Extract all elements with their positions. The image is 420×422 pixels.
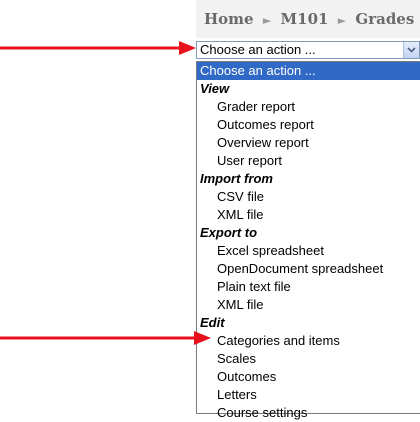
option-outcomes[interactable]: Outcomes	[197, 368, 420, 386]
option-course-settings[interactable]: Course settings	[197, 404, 420, 422]
group-view: View	[200, 81, 230, 96]
breadcrumb: Home ► M101 ► Grades ►	[196, 0, 420, 38]
group-edit: Edit	[200, 315, 225, 330]
option-letters[interactable]: Letters	[197, 386, 420, 404]
chevron-down-icon	[407, 47, 416, 53]
option-choose-action[interactable]: Choose an action ...	[197, 62, 420, 80]
action-select-value: Choose an action ...	[200, 42, 316, 57]
option-outcomes-report[interactable]: Outcomes report	[197, 116, 420, 134]
dropdown-button[interactable]	[403, 42, 419, 58]
option-export-text[interactable]: Plain text file	[197, 278, 420, 296]
breadcrumb-course[interactable]: M101	[281, 10, 329, 28]
option-scales[interactable]: Scales	[197, 350, 420, 368]
option-user-report[interactable]: User report	[197, 152, 420, 170]
group-import-from: Import from	[200, 171, 273, 186]
breadcrumb-home[interactable]: Home	[204, 10, 254, 28]
annotation-arrow-icon	[0, 331, 211, 345]
breadcrumb-grades[interactable]: Grades	[355, 10, 414, 28]
option-export-ods[interactable]: OpenDocument spreadsheet	[197, 260, 420, 278]
group-export-to: Export to	[200, 225, 258, 240]
action-select[interactable]: Choose an action ...	[196, 41, 420, 59]
option-categories-items[interactable]: Categories and items	[197, 332, 420, 350]
option-import-csv[interactable]: CSV file	[197, 188, 420, 206]
option-export-excel[interactable]: Excel spreadsheet	[197, 242, 420, 260]
annotation-arrow-icon	[0, 41, 196, 55]
action-dropdown-list[interactable]: Choose an action ... View Grader report …	[196, 61, 420, 420]
breadcrumb-separator-icon: ►	[262, 14, 272, 27]
breadcrumb-separator-icon: ►	[337, 14, 347, 27]
option-import-xml[interactable]: XML file	[197, 206, 420, 224]
option-grader-report[interactable]: Grader report	[197, 98, 420, 116]
option-export-xml[interactable]: XML file	[197, 296, 420, 314]
option-overview-report[interactable]: Overview report	[197, 134, 420, 152]
